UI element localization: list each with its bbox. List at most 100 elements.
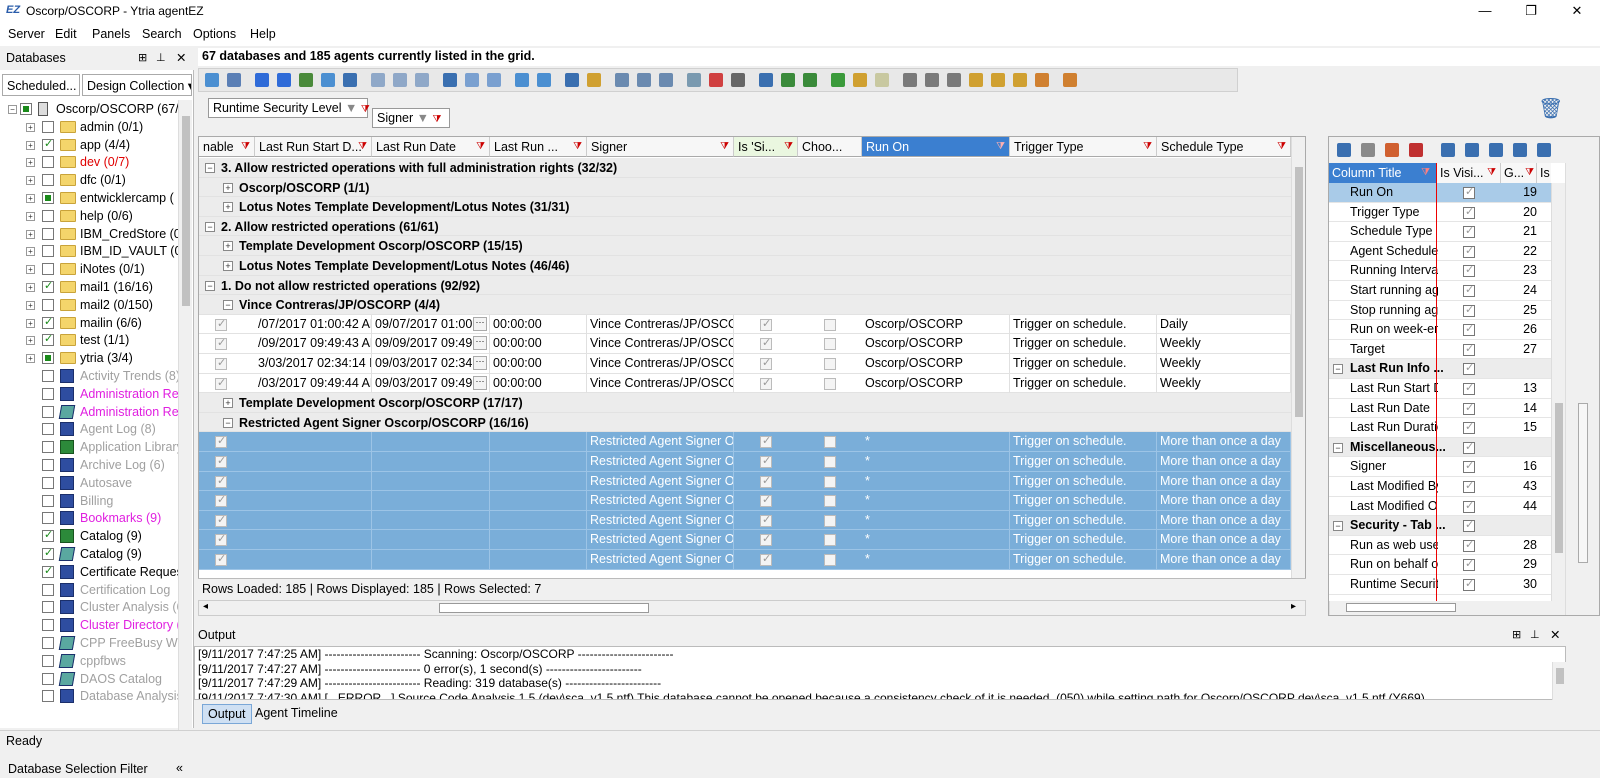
column-row[interactable]: Last Modified By 43	[1329, 477, 1551, 497]
checkbox[interactable]	[42, 441, 54, 454]
menu-server[interactable]: Server	[8, 27, 45, 41]
choose-checkbox[interactable]	[824, 338, 836, 351]
tree-item[interactable]: + mail1 (16/16)	[0, 278, 180, 296]
tree-item[interactable]: Agent Log (8)	[0, 420, 180, 438]
is-signer-checkbox[interactable]	[760, 376, 772, 390]
choose-checkbox[interactable]	[824, 554, 836, 566]
tree-item[interactable]: + mail2 (0/150)	[0, 296, 180, 314]
visible-checkbox[interactable]	[1463, 322, 1475, 337]
forward-icon[interactable]	[803, 73, 817, 87]
checkbox[interactable]	[42, 137, 54, 151]
tree-item[interactable]: + mailin (6/6)	[0, 314, 180, 332]
checkbox[interactable]	[42, 546, 54, 560]
choose-checkbox[interactable]	[824, 456, 836, 468]
tree-item[interactable]: + IBM_ID_VAULT (0/	[0, 242, 180, 260]
group-row[interactable]: −1. Do not allow restricted operations (…	[199, 275, 1305, 296]
group-row[interactable]: − Restricted Agent Signer Oscorp/OSCORP (…	[199, 412, 1305, 433]
checkbox[interactable]	[42, 601, 54, 614]
refresh-icon[interactable]	[205, 73, 219, 87]
checkbox[interactable]	[42, 352, 54, 365]
column-row[interactable]: Stop running ag 25	[1329, 301, 1551, 321]
visible-checkbox[interactable]	[1463, 420, 1475, 435]
expand-icon[interactable]: +	[223, 398, 233, 409]
tree-item[interactable]: + iNotes (0/1)	[0, 260, 180, 278]
agents-grid[interactable]: nable ⧩ Last Run Start D... ⧩ Last Run Date ⧩…	[198, 136, 1306, 602]
checkbox[interactable]	[42, 690, 54, 703]
checkbox[interactable]	[42, 583, 54, 596]
bars-icon[interactable]	[831, 73, 845, 87]
enable-checkbox[interactable]	[215, 552, 227, 566]
expand-icon[interactable]: +	[26, 318, 35, 328]
tree-item[interactable]: DAOS Catalog	[0, 670, 180, 688]
visible-checkbox[interactable]	[1463, 557, 1475, 572]
choose-checkbox[interactable]	[824, 358, 836, 370]
table-row[interactable]: Restricted Agent Signer Osc *Trigger on s…	[199, 510, 1305, 531]
tree-item[interactable]: Bookmarks (9)	[0, 509, 180, 527]
visible-checkbox[interactable]	[1463, 283, 1475, 297]
color-icon[interactable]	[709, 73, 723, 87]
menu-search[interactable]: Search	[142, 27, 182, 41]
visible-checkbox[interactable]	[1463, 205, 1475, 219]
organizer-vscroll-thumb[interactable]	[1555, 403, 1563, 553]
expand-icon[interactable]: +	[26, 158, 35, 168]
column-row[interactable]: Last Run Duratic 15	[1329, 418, 1551, 438]
sync-icon[interactable]	[1337, 143, 1351, 157]
enable-checkbox[interactable]	[215, 454, 227, 468]
tree-item[interactable]: Archive Log (6)	[0, 456, 180, 474]
checkbox[interactable]	[42, 263, 54, 276]
column-row[interactable]: Run On 19	[1329, 183, 1551, 203]
export-icon[interactable]	[515, 73, 529, 87]
visible-checkbox[interactable]	[1463, 479, 1475, 493]
tree-item[interactable]: + dfc (0/1)	[0, 171, 180, 189]
choose-checkbox[interactable]	[824, 475, 836, 488]
tree-item[interactable]: − Oscorp/OSCORP (67/	[0, 100, 180, 118]
is-signer-checkbox[interactable]	[760, 493, 772, 508]
col-header-choose[interactable]: Choo...	[798, 137, 862, 157]
enable-checkbox[interactable]	[215, 513, 227, 527]
tree-item[interactable]: Catalog (9)	[0, 545, 180, 563]
column3-icon[interactable]	[415, 73, 429, 87]
checkbox[interactable]	[42, 156, 54, 169]
checkbox[interactable]	[42, 564, 54, 578]
enable-checkbox[interactable]	[215, 434, 227, 449]
tree-item[interactable]: Cluster Directory (	[0, 616, 180, 634]
table-row[interactable]: Restricted Agent Signer Osc *Trigger on s…	[199, 550, 1305, 570]
tree-item[interactable]: + entwicklercamp (	[0, 189, 180, 207]
checkbox[interactable]	[42, 387, 54, 400]
network-icon[interactable]	[343, 73, 357, 87]
column-row[interactable]: Run on behalf o 29	[1329, 555, 1551, 575]
column-row[interactable]: Signer 16	[1329, 457, 1551, 477]
group-row[interactable]: −2. Allow restricted operations (61/61)	[199, 216, 1305, 237]
expand-icon[interactable]: +	[26, 354, 35, 364]
choose-checkbox[interactable]	[824, 514, 836, 527]
move-up-icon[interactable]	[1465, 143, 1479, 157]
checkbox[interactable]	[42, 370, 54, 382]
zoom-in-icon[interactable]	[615, 73, 629, 87]
checkbox[interactable]	[42, 192, 54, 204]
checkbox[interactable]	[42, 459, 54, 471]
checkbox[interactable]	[42, 672, 54, 685]
panel-icon[interactable]	[759, 73, 773, 87]
expand-icon[interactable]: +	[26, 336, 35, 346]
column-row[interactable]: Agent Schedule 22	[1329, 242, 1551, 262]
visible-checkbox[interactable]	[1463, 263, 1475, 278]
choose-checkbox[interactable]	[824, 318, 836, 331]
choose-checkbox[interactable]	[824, 534, 836, 547]
maximize-button[interactable]: ❐	[1508, 0, 1554, 24]
column-row[interactable]: Run as web user 28	[1329, 536, 1551, 556]
tree-item[interactable]: + help (0/6)	[0, 207, 180, 225]
column-icon[interactable]	[371, 73, 385, 87]
tree-scroll-thumb[interactable]	[182, 116, 190, 306]
group-row[interactable]: + Lotus Notes Template Development/Lotus …	[199, 256, 1305, 276]
col-header-g[interactable]: G... ⧩	[1501, 163, 1537, 183]
color-bars-icon[interactable]	[1385, 143, 1399, 157]
column-row[interactable]: − Last Run Info ...	[1329, 359, 1551, 379]
move-down-icon[interactable]	[1489, 143, 1503, 157]
checkbox[interactable]	[20, 103, 32, 115]
col-header-is-signer[interactable]: Is 'Si... ⧩	[734, 137, 798, 157]
organizer-hscroll-thumb[interactable]	[1346, 603, 1456, 612]
expand-icon[interactable]: +	[26, 300, 35, 310]
is-signer-checkbox[interactable]	[760, 454, 772, 468]
menu-edit[interactable]: Edit	[55, 27, 77, 41]
visible-checkbox[interactable]	[1463, 224, 1475, 239]
